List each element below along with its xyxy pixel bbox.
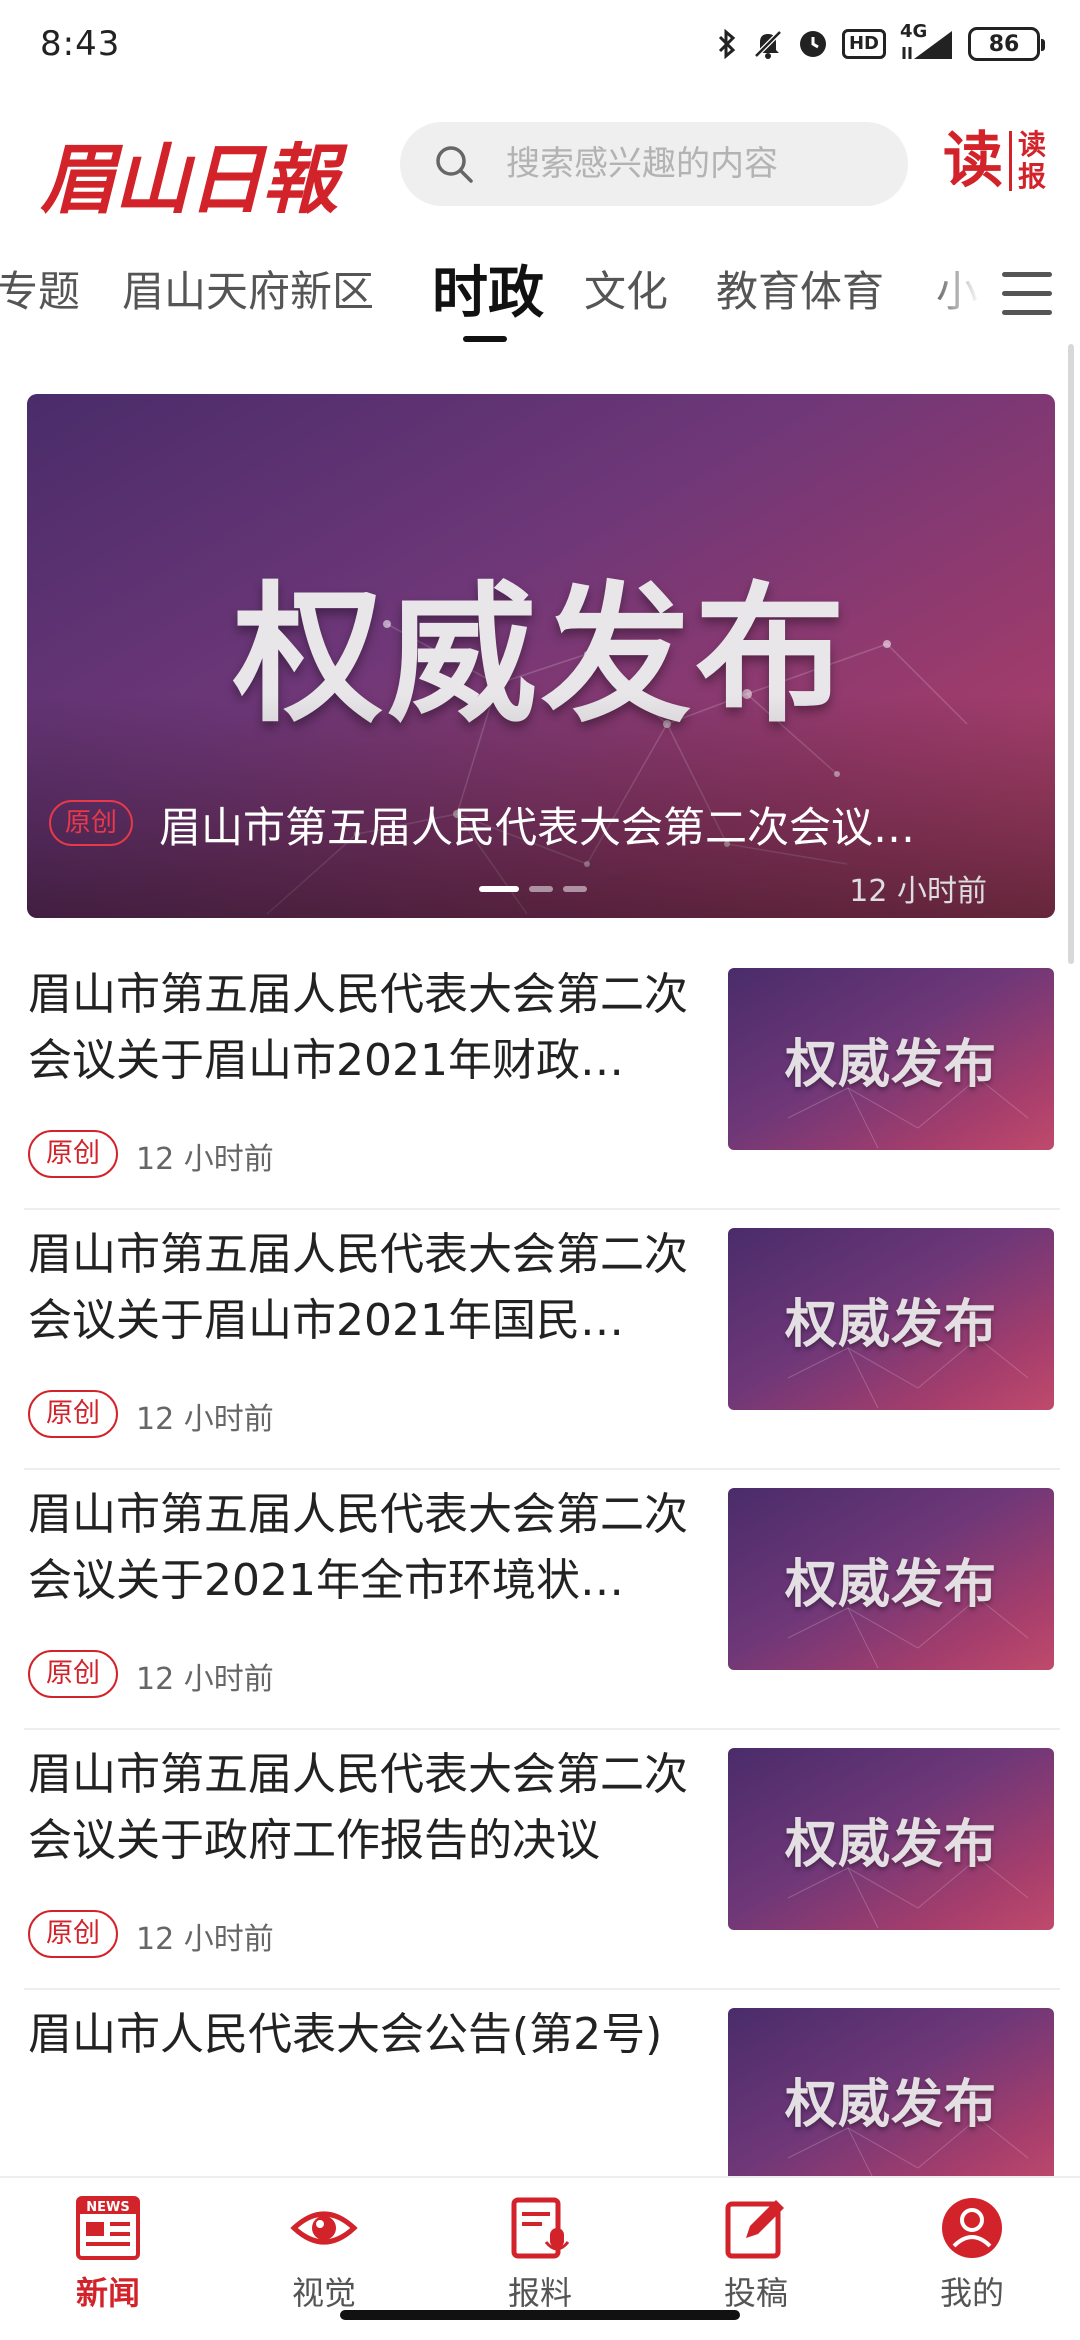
news-thumbnail[interactable]: 权威发布 [728,968,1054,1150]
category-tabs: 专题 眉山天府新区 时政 文化 教育体育 小 [0,240,1080,350]
report-mic-icon [511,2197,570,2259]
thumbnail-text: 权威发布 [784,2074,997,2135]
thumbnail-text: 权威发布 [784,1294,997,1355]
original-badge: 原创 [28,1390,118,1438]
read-paper-divider [1008,131,1012,191]
carousel-dots [479,886,587,892]
nav-label: 视觉 [291,2274,356,2312]
menu-icon-line [1002,272,1052,277]
channel-menu-button[interactable] [986,266,1062,322]
news-item[interactable]: 眉山市第五届人民代表大会第二次会议关于眉山市2021年国民… 原创 12 小时前… [24,1210,1060,1470]
nav-profile[interactable]: 我的 [864,2188,1080,2312]
news-item[interactable]: 眉山市第五届人民代表大会第二次会议关于眉山市2021年财政… 原创 12 小时前… [24,950,1060,1210]
newspaper-icon: NEWS [76,2196,140,2260]
news-title[interactable]: 眉山市第五届人民代表大会第二次会议关于眉山市2021年财政… [28,962,708,1094]
status-time: 8:43 [40,24,121,64]
menu-icon-line [1002,291,1052,296]
nav-report[interactable]: 报料 [432,2188,648,2312]
edit-submit-icon [725,2200,784,2259]
news-item[interactable]: 眉山市第五届人民代表大会第二次会议关于政府工作报告的决议 原创 12 小时前 权… [24,1730,1060,1990]
tab-politics[interactable]: 时政 [432,248,544,329]
tab-culture[interactable]: 文化 [584,258,668,319]
carousel-dot-active[interactable] [479,886,519,892]
scrollbar[interactable] [1068,344,1074,964]
tab-special[interactable]: 专题 [0,258,80,319]
thumbnail-text: 权威发布 [784,1814,997,1875]
read-paper-small: 读 报 [1018,129,1046,193]
read-paper-big-char: 读 [942,126,1003,196]
news-time: 12 小时前 [136,1142,274,1177]
news-title[interactable]: 眉山市第五届人民代表大会第二次会议关于2021年全市环境状… [28,1482,708,1614]
eye-icon [290,2211,358,2245]
svg-text:NEWS: NEWS [86,2200,129,2215]
nav-label: 新闻 [75,2274,140,2312]
read-paper-button[interactable]: 读 读 报 [943,126,1046,196]
active-tab-indicator [463,336,507,342]
news-title[interactable]: 眉山市人民代表大会公告(第2号) [28,2002,708,2068]
menu-icon-line [1002,310,1052,315]
original-badge: 原创 [28,1130,118,1178]
mute-icon [752,28,784,60]
read-paper-small-bottom: 报 [1017,160,1046,193]
nav-submit[interactable]: 投稿 [648,2188,864,2312]
status-bar: 8:43 HD 4G 86 [0,0,1080,90]
status-icons: HD 4G 86 [716,22,1045,66]
tab-education-sports[interactable]: 教育体育 [716,258,884,319]
thumbnail-text: 权威发布 [784,1554,997,1615]
read-paper-small-top: 读 [1017,128,1046,161]
news-thumbnail[interactable]: 权威发布 [728,1488,1054,1670]
bluetooth-icon [716,28,738,60]
original-badge: 原创 [28,1910,118,1958]
news-thumbnail[interactable]: 权威发布 [728,2008,1054,2190]
search-icon [436,146,473,183]
search-bar[interactable] [400,122,908,206]
signal-icon: 4G [900,23,954,61]
alarm-icon [798,29,828,59]
news-title[interactable]: 眉山市第五届人民代表大会第二次会议关于眉山市2021年国民… [28,1222,708,1354]
carousel-dot[interactable] [563,886,587,892]
original-badge: 原创 [49,800,134,846]
news-thumbnail[interactable]: 权威发布 [728,1748,1054,1930]
tabs-fade [930,240,980,350]
nav-label: 报料 [507,2274,572,2312]
user-icon [942,2198,1002,2258]
news-title[interactable]: 眉山市第五届人民代表大会第二次会议关于政府工作报告的决议 [28,1742,708,1874]
app-logo[interactable]: 眉山日報 [40,118,338,228]
original-badge: 原创 [28,1650,118,1698]
app-header: 眉山日報 读 读 报 [0,112,1080,224]
nav-label: 我的 [939,2274,1004,2312]
battery-icon: 86 [968,27,1045,61]
network-type: 4G [900,21,928,42]
hd-icon: HD [841,29,886,59]
news-time: 12 小时前 [136,1662,274,1697]
home-indicator[interactable] [340,2310,740,2320]
nav-news[interactable]: NEWS 新闻 [0,2188,216,2312]
thumbnail-text: 权威发布 [784,1034,997,1095]
nav-visual[interactable]: 视觉 [216,2188,432,2312]
nav-label: 投稿 [723,2274,788,2312]
carousel-dot[interactable] [529,886,553,892]
tab-meishan-tianfu[interactable]: 眉山天府新区 [122,258,374,319]
news-time: 12 小时前 [136,1402,274,1437]
banner-time: 12 小时前 [849,874,987,909]
banner-title[interactable]: 眉山市第五届人民代表大会第二次会议… [159,794,1039,855]
banner-carousel[interactable]: 权威发布 原创 眉山市第五届人民代表大会第二次会议… 12 小时前 [27,394,1055,918]
news-time: 12 小时前 [136,1922,274,1957]
news-item[interactable]: 眉山市第五届人民代表大会第二次会议关于2021年全市环境状… 原创 12 小时前… [24,1470,1060,1730]
news-thumbnail[interactable]: 权威发布 [728,1228,1054,1410]
battery-level: 86 [988,31,1020,57]
search-input[interactable] [506,122,886,206]
